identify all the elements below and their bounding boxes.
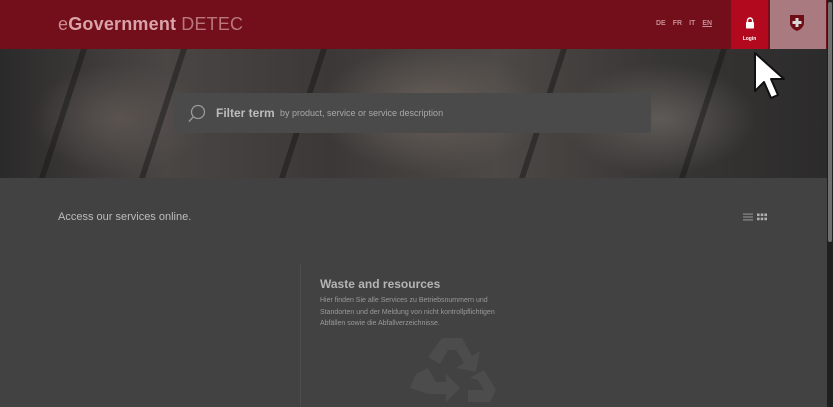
search-icon — [188, 104, 206, 122]
grid-view-icon[interactable] — [757, 213, 767, 221]
service-card-title[interactable]: Waste and resources — [320, 277, 440, 291]
swiss-shield-icon — [790, 15, 804, 31]
card-divider — [300, 264, 301, 407]
brand-government: Government — [68, 14, 177, 34]
scrollbar-thumb[interactable] — [828, 2, 832, 242]
login-label: Login — [742, 36, 757, 42]
app-window: eGovernment DETEC DE FR IT EN Login Filter t… — [0, 0, 833, 407]
brand-e: e — [58, 14, 69, 34]
lang-de[interactable]: DE — [656, 20, 666, 27]
brand-detec: DETEC — [181, 14, 244, 34]
search-term-label: Filter term — [216, 106, 275, 120]
section-heading: Access our services online. — [58, 211, 192, 223]
lock-icon — [746, 17, 754, 29]
recycle-icon — [410, 338, 496, 402]
lang-en[interactable]: EN — [702, 20, 712, 27]
service-card-description: Hier finden Sie alle Services zu Betrieb… — [320, 297, 495, 327]
lang-fr[interactable]: FR — [673, 20, 682, 27]
list-view-icon[interactable] — [743, 213, 753, 221]
language-switcher: DE FR IT EN — [656, 20, 719, 27]
search-description: by product, service or service descripti… — [280, 108, 444, 118]
lang-it[interactable]: IT — [689, 20, 695, 27]
brand-logo[interactable]: eGovernment DETEC — [58, 14, 243, 35]
mouse-cursor — [754, 52, 785, 99]
